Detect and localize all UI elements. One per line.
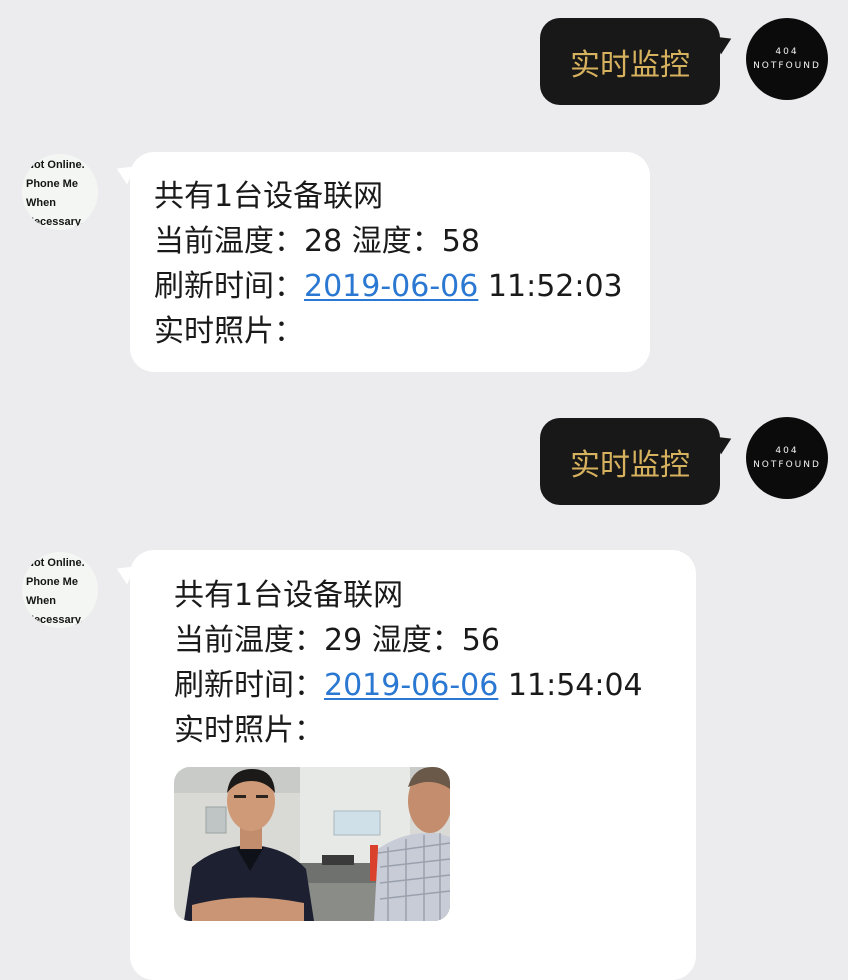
live-photo-drawing bbox=[174, 767, 450, 921]
humidity-label: 湿度： bbox=[351, 224, 442, 259]
refresh-time-line: 刷新时间：2019-06-06 11:52:03 bbox=[154, 264, 623, 309]
refresh-time-label: 刷新时间： bbox=[154, 269, 304, 304]
humidity-value: 56 bbox=[461, 623, 500, 658]
incoming-message-bubble[interactable]: 共有1台设备联网 当前温度：28 湿度：58 刷新时间：2019-06-06 1… bbox=[130, 152, 650, 372]
outgoing-message-bubble[interactable]: 实时监控 bbox=[540, 18, 720, 105]
sender-avatar[interactable]: 404 NOTFOUND bbox=[746, 18, 828, 100]
temperature-label: 当前温度： bbox=[154, 224, 304, 259]
temperature-label: 当前温度： bbox=[174, 623, 324, 658]
bot-avatar[interactable]: Not Online. Phone Me When Necessary. bbox=[22, 154, 98, 230]
bot-avatar-line: Necessary. bbox=[26, 614, 84, 626]
bot-avatar-line: Not Online. bbox=[26, 159, 85, 171]
outgoing-message-bubble[interactable]: 实时监控 bbox=[540, 418, 720, 505]
photo-label: 实时照片： bbox=[154, 314, 304, 349]
refresh-time-value: 11:52:03 bbox=[487, 269, 623, 304]
bot-avatar-line: Necessary. bbox=[26, 216, 84, 228]
outgoing-message-text: 实时监控 bbox=[570, 47, 690, 83]
avatar-text-notfound: NOTFOUND bbox=[753, 460, 821, 470]
photo-label: 实时照片： bbox=[174, 713, 324, 748]
bot-avatar-text: Not Online. Phone Me When Necessary. bbox=[26, 156, 85, 230]
avatar-text-404: 404 bbox=[775, 47, 799, 57]
incoming-message-bubble[interactable]: 共有1台设备联网 当前温度：29 湿度：56 刷新时间：2019-06-06 1… bbox=[130, 550, 696, 980]
bot-avatar[interactable]: Not Online. Phone Me When Necessary. bbox=[22, 552, 98, 628]
bot-avatar-line: Phone Me bbox=[26, 178, 78, 190]
humidity-value: 58 bbox=[441, 224, 480, 259]
outgoing-message-text: 实时监控 bbox=[570, 447, 690, 483]
humidity-label: 湿度： bbox=[371, 623, 462, 658]
device-count-line: 共有1台设备联网 bbox=[174, 578, 404, 613]
temperature-value: 29 bbox=[324, 623, 363, 658]
bot-avatar-text: Not Online. Phone Me When Necessary. bbox=[26, 554, 85, 628]
temperature-value: 28 bbox=[304, 224, 343, 259]
refresh-time-line: 刷新时间：2019-06-06 11:54:04 bbox=[174, 663, 643, 708]
avatar-text-404: 404 bbox=[775, 446, 799, 456]
live-photo-image[interactable] bbox=[174, 767, 450, 921]
temperature-humidity-line: 当前温度：28 湿度：58 bbox=[154, 219, 623, 264]
date-link[interactable]: 2019-06-06 bbox=[304, 269, 478, 304]
temperature-humidity-line: 当前温度：29 湿度：56 bbox=[174, 618, 643, 663]
status-message-body: 共有1台设备联网 当前温度：29 湿度：56 刷新时间：2019-06-06 1… bbox=[174, 573, 643, 753]
bot-avatar-line: Phone Me bbox=[26, 576, 78, 588]
status-message-body: 共有1台设备联网 当前温度：28 湿度：58 刷新时间：2019-06-06 1… bbox=[154, 174, 623, 354]
refresh-time-label: 刷新时间： bbox=[174, 668, 324, 703]
date-link[interactable]: 2019-06-06 bbox=[324, 668, 498, 703]
refresh-time-value: 11:54:04 bbox=[507, 668, 643, 703]
bot-avatar-line: Not Online. bbox=[26, 557, 85, 569]
sender-avatar[interactable]: 404 NOTFOUND bbox=[746, 417, 828, 499]
device-count-line: 共有1台设备联网 bbox=[154, 179, 384, 214]
avatar-text-notfound: NOTFOUND bbox=[753, 61, 821, 71]
bot-avatar-line: When bbox=[26, 197, 56, 209]
bot-avatar-line: When bbox=[26, 595, 56, 607]
